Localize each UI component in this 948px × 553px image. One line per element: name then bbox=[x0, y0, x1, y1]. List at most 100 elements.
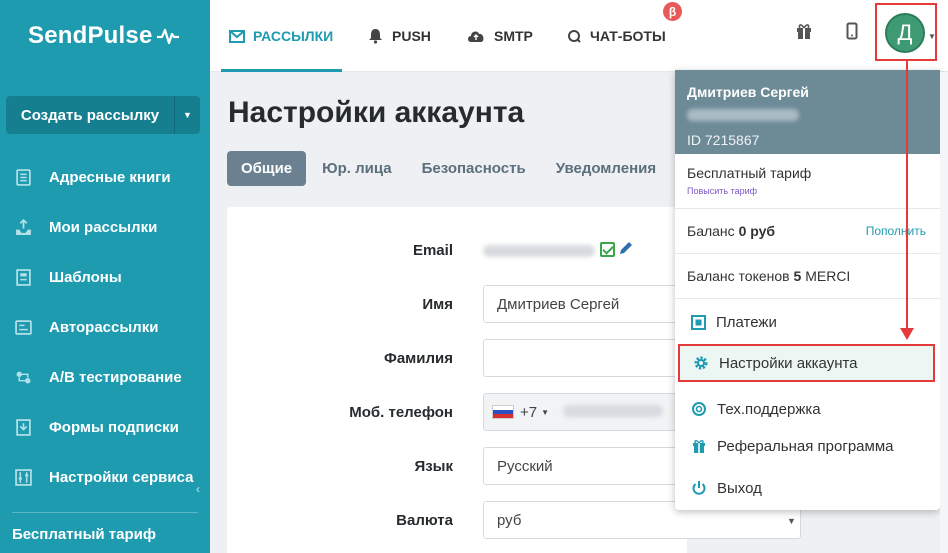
topup-link[interactable]: Пополнить bbox=[866, 224, 926, 238]
sidebar-item-label: Мои рассылки bbox=[49, 218, 158, 236]
gift-icon bbox=[693, 440, 705, 453]
mobile-app-icon[interactable] bbox=[846, 22, 858, 45]
scrollbar[interactable] bbox=[940, 72, 948, 553]
gear-icon bbox=[694, 356, 708, 370]
sidebar-item-label: Шаблоны bbox=[49, 268, 122, 286]
sidebar-divider bbox=[12, 512, 198, 513]
payments-icon bbox=[691, 314, 706, 330]
menu-item-referral[interactable]: Реферальная программа bbox=[675, 427, 940, 465]
name-field[interactable]: Дмитриев Сергей bbox=[483, 285, 687, 323]
tab-label: РАССЫЛКИ bbox=[253, 28, 334, 44]
sidebar-item-address-books[interactable]: Адресные книги bbox=[0, 152, 210, 202]
plan-name: Бесплатный тариф bbox=[687, 165, 812, 181]
sidebar-item-label: Настройки сервиса bbox=[49, 468, 194, 486]
lifebuoy-icon bbox=[692, 402, 706, 416]
bell-icon bbox=[369, 29, 382, 44]
account-menu: Дмитриев Сергей ID 7215867 Бесплатный та… bbox=[675, 70, 940, 510]
phone-number-redacted bbox=[563, 404, 664, 421]
sidebar-item-templates[interactable]: Шаблоны bbox=[0, 252, 210, 302]
phone-field[interactable]: +7 ▼ bbox=[483, 393, 687, 431]
create-campaign-dropdown-caret[interactable]: ▼ bbox=[174, 96, 200, 134]
surname-label: Фамилия bbox=[384, 350, 453, 367]
language-select[interactable]: Русский bbox=[483, 447, 687, 485]
annotation-arrow-head bbox=[900, 328, 914, 340]
tokens-label: Баланс токенов bbox=[687, 268, 794, 284]
sidebar-item-ab-testing[interactable]: A/B тестирование bbox=[0, 352, 210, 402]
user-name: Дмитриев Сергей bbox=[687, 84, 809, 100]
collapse-sidebar-icon[interactable]: ‹ bbox=[196, 482, 200, 496]
tab-legal-entities[interactable]: Юр. лица bbox=[308, 151, 405, 186]
cloud-upload-icon bbox=[468, 31, 484, 42]
menu-item-account-settings[interactable]: Настройки аккаунта bbox=[678, 344, 935, 382]
account-menu-header: Дмитриев Сергей ID 7215867 bbox=[675, 70, 940, 154]
sidebar-item-automation[interactable]: Авторассылки bbox=[0, 302, 210, 352]
tokens-value: 5 bbox=[793, 268, 802, 284]
plan-section: Бесплатный тариф Повысить тариф bbox=[675, 154, 940, 209]
tab-push[interactable]: PUSH bbox=[367, 0, 431, 72]
sidebar-item-my-campaigns[interactable]: Мои рассылки bbox=[0, 202, 210, 252]
sidebar-item-label: Авторассылки bbox=[49, 318, 159, 336]
chevron-down-icon[interactable]: ▼ bbox=[787, 516, 796, 526]
balance-section: Баланс 0 руб Пополнить bbox=[675, 209, 940, 254]
settings-sliders-icon bbox=[14, 468, 32, 486]
sidebar-item-service-settings[interactable]: Настройки сервиса bbox=[0, 452, 210, 502]
create-campaign-button[interactable]: Создать рассылку bbox=[6, 96, 174, 134]
tokens-unit: MERCI bbox=[801, 268, 851, 284]
tab-chatbots[interactable]: ЧАТ-БОТЫ bbox=[567, 0, 666, 72]
menu-item-label: Тех.поддержка bbox=[717, 400, 821, 418]
tab-emails[interactable]: РАССЫЛКИ bbox=[229, 0, 333, 72]
chevron-down-icon[interactable]: ▼ bbox=[928, 32, 936, 41]
sidebar-plan-label[interactable]: Бесплатный тариф bbox=[12, 526, 156, 543]
chevron-down-icon[interactable]: ▼ bbox=[541, 408, 549, 417]
annotation-arrow-line bbox=[906, 60, 908, 330]
top-navigation: РАССЫЛКИ PUSH SMTP ЧАТ-БОТЫ β Д ▼ bbox=[210, 0, 948, 72]
menu-item-support[interactable]: Тех.поддержка bbox=[675, 390, 940, 428]
menu-item-label: Платежи bbox=[716, 313, 777, 331]
beta-badge: β bbox=[663, 2, 682, 21]
email-label: Email bbox=[412, 242, 453, 259]
sidebar-item-subscription-forms[interactable]: Формы подписки bbox=[0, 402, 210, 452]
sidebar-item-label: Формы подписки bbox=[49, 418, 179, 436]
phone-label: Моб. телефон bbox=[349, 404, 453, 421]
russia-flag-icon[interactable] bbox=[492, 405, 514, 419]
menu-item-label: Настройки аккаунта bbox=[719, 354, 858, 372]
avatar[interactable]: Д bbox=[885, 13, 925, 53]
name-label: Имя bbox=[422, 296, 453, 313]
active-tab-indicator bbox=[221, 69, 342, 72]
tab-general[interactable]: Общие bbox=[227, 151, 307, 186]
templates-icon bbox=[14, 268, 32, 286]
tab-label: SMTP bbox=[494, 28, 533, 44]
email-value-redacted bbox=[483, 244, 595, 262]
logo[interactable]: SendPulse bbox=[0, 0, 210, 72]
campaigns-icon bbox=[14, 218, 32, 236]
page-title: Настройки аккаунта bbox=[228, 96, 525, 129]
gift-icon[interactable] bbox=[795, 22, 813, 45]
address-book-icon bbox=[14, 168, 32, 186]
power-icon bbox=[692, 481, 706, 495]
menu-item-label: Выход bbox=[717, 479, 762, 497]
tab-notifications[interactable]: Уведомления bbox=[542, 151, 670, 186]
surname-field[interactable] bbox=[483, 339, 687, 377]
phone-country-code: +7 bbox=[520, 403, 538, 421]
currency-label: Валюта bbox=[396, 512, 453, 529]
language-label: Язык bbox=[414, 458, 453, 475]
menu-item-label: Реферальная программа bbox=[717, 437, 894, 455]
tokens-section: Баланс токенов 5 MERCI bbox=[675, 254, 940, 299]
balance-value: 0 руб bbox=[738, 223, 776, 239]
envelope-icon bbox=[229, 29, 245, 43]
sidebar: SendPulse Создать рассылку ▼ Адресные кн… bbox=[0, 0, 210, 553]
tab-smtp[interactable]: SMTP bbox=[466, 0, 533, 72]
automation-icon bbox=[14, 318, 32, 336]
sidebar-nav: Адресные книги Мои рассылки Шаблоны Авто… bbox=[0, 152, 210, 502]
upgrade-plan-link[interactable]: Повысить тариф bbox=[687, 186, 940, 196]
menu-item-logout[interactable]: Выход bbox=[675, 469, 940, 507]
sidebar-item-label: Адресные книги bbox=[49, 168, 171, 186]
tab-security[interactable]: Безопасность bbox=[408, 151, 540, 186]
logo-text: SendPulse bbox=[28, 22, 153, 49]
pencil-icon[interactable] bbox=[618, 240, 634, 261]
verified-check-icon bbox=[600, 242, 615, 257]
sidebar-item-label: A/B тестирование bbox=[49, 368, 182, 386]
tab-label: ЧАТ-БОТЫ bbox=[590, 28, 666, 44]
subscription-form-icon bbox=[14, 418, 32, 436]
user-email-redacted bbox=[687, 108, 928, 126]
